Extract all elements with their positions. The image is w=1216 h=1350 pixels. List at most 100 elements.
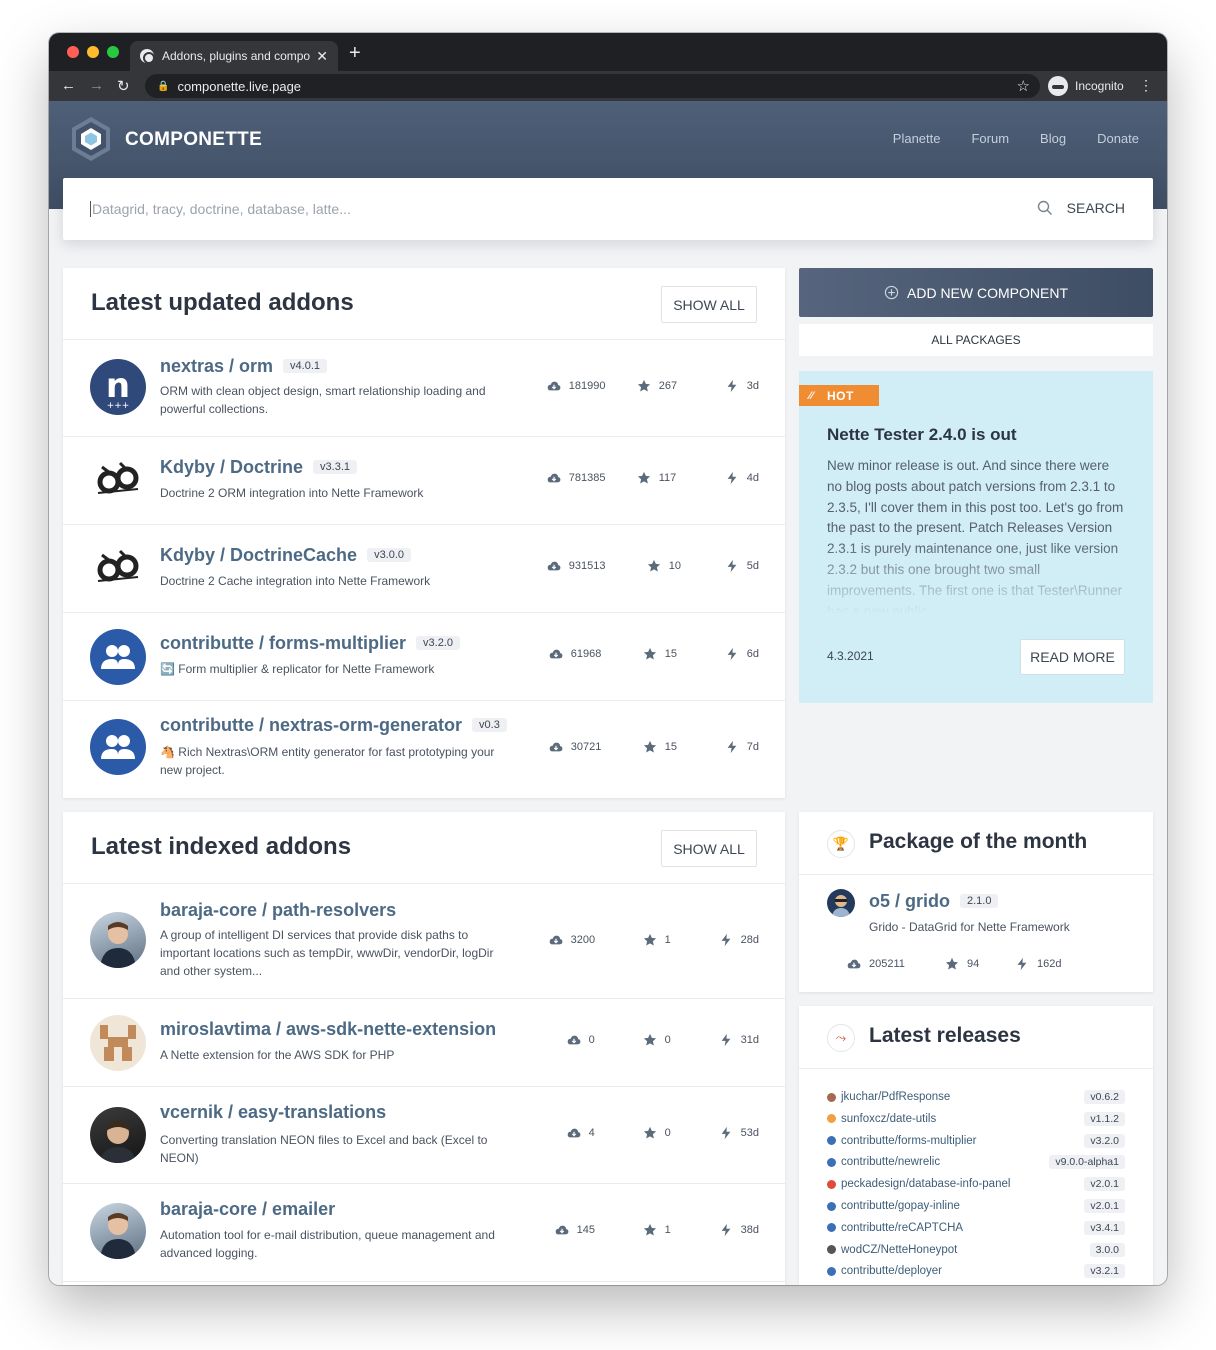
- package-name[interactable]: miroslavtima / aws-sdk-nette-extension: [160, 1019, 496, 1040]
- downloads-stat: 781385: [547, 471, 637, 485]
- search-bar[interactable]: Datagrid, tracy, doctrine, database, lat…: [63, 178, 1153, 240]
- url-field[interactable]: 🔒 componette.live.page ☆: [145, 74, 1040, 98]
- nav-donate[interactable]: Donate: [1097, 131, 1139, 146]
- package-name[interactable]: Kdyby / Doctrine v3.3.1: [160, 457, 357, 478]
- release-item[interactable]: jkuchar/PdfResponse v0.6.2: [827, 1090, 1125, 1104]
- browser-tab[interactable]: Addons, plugins and compone ✕: [130, 41, 338, 71]
- addon-row[interactable]: baraja-core / path-resolvers A group of …: [63, 884, 785, 999]
- version-badge: v4.0.1: [283, 359, 328, 373]
- package-name[interactable]: Kdyby / DoctrineCache v3.0.0: [160, 545, 412, 566]
- release-item[interactable]: contributte/deployer v3.2.1: [827, 1264, 1125, 1279]
- release-package-name[interactable]: peckadesign/database-info-panel: [841, 1178, 1084, 1190]
- version-badge: v0.3: [472, 718, 507, 732]
- release-package-name[interactable]: contributte/reCAPTCHA: [841, 1222, 1084, 1234]
- release-item[interactable]: wodCZ/NetteHoneypot 3.0.0: [827, 1242, 1125, 1257]
- release-item[interactable]: contributte/forms-multiplier v3.2.0: [827, 1133, 1125, 1148]
- package-owner-icon: [827, 1092, 836, 1102]
- package-description: A Nette extension for the AWS SDK for PH…: [160, 1048, 395, 1062]
- release-package-name[interactable]: jkuchar/PdfResponse: [841, 1091, 1084, 1103]
- package-name[interactable]: contributte / nextras-orm-generator v0.3: [160, 715, 507, 736]
- package-name[interactable]: baraja-core / emailer: [160, 1199, 335, 1220]
- news-body: New minor release is out. And since ther…: [827, 458, 1124, 614]
- cloud-download-icon: [847, 957, 861, 971]
- stars-stat: 94: [945, 957, 1015, 971]
- show-all-indexed-button[interactable]: SHOW ALL: [661, 830, 757, 867]
- addon-row[interactable]: miroslavtima / aws-sdk-nette-extension A…: [63, 999, 785, 1087]
- addon-row[interactable]: baraja-core / emailer Automation tool fo…: [63, 1184, 785, 1282]
- forward-icon[interactable]: →: [89, 77, 104, 94]
- star-icon: [637, 471, 651, 485]
- package-stats: 30721 15 7d: [549, 740, 759, 754]
- show-all-updated-button[interactable]: SHOW ALL: [661, 286, 757, 323]
- addon-row[interactable]: vcernik / easy-translations Converting t…: [63, 1087, 785, 1184]
- potm-package-name[interactable]: o5 / grido 2.1.0: [869, 891, 999, 912]
- star-icon: [643, 647, 657, 661]
- release-version-badge: v3.2.1: [1084, 1264, 1125, 1279]
- addon-row[interactable]: contributte / forms-multiplier v3.2.0 🔄 F…: [63, 613, 785, 701]
- release-item[interactable]: sunfoxcz/date-utils v1.1.2: [827, 1111, 1125, 1126]
- package-name[interactable]: baraja-core / path-resolvers: [160, 900, 396, 921]
- incognito-indicator[interactable]: Incognito: [1048, 74, 1124, 98]
- cloud-download-icon: [547, 559, 561, 573]
- url-text: componette.live.page: [177, 78, 302, 94]
- downloads-stat: 145: [555, 1223, 643, 1237]
- release-package-name[interactable]: contributte/forms-multiplier: [841, 1135, 1084, 1147]
- maximize-window-button[interactable]: [107, 46, 119, 58]
- release-package-name[interactable]: sunfoxcz/date-utils: [841, 1113, 1084, 1125]
- age-stat: 5d: [725, 559, 759, 573]
- release-package-name[interactable]: contributte/deployer: [841, 1265, 1084, 1277]
- downloads-stat: 30721: [549, 740, 643, 754]
- back-icon[interactable]: ←: [61, 77, 76, 94]
- package-stats: 0 0 31d: [567, 1033, 759, 1047]
- minimize-window-button[interactable]: [87, 46, 99, 58]
- contributte-avatar: [90, 719, 146, 775]
- release-item[interactable]: contributte/newrelic v9.0.0-alpha1: [827, 1155, 1125, 1170]
- news-card: ⁄⁄ HOT Nette Tester 2.4.0 is out New min…: [799, 371, 1153, 703]
- close-window-button[interactable]: [67, 46, 79, 58]
- cloud-download-icon: [567, 1126, 581, 1140]
- release-version-badge: v3.2.0: [1084, 1133, 1125, 1148]
- nav-planette[interactable]: Planette: [893, 131, 941, 146]
- latest-updated-title: Latest updated addons: [91, 289, 354, 316]
- addon-row[interactable]: Kdyby / Doctrine v3.3.1 Doctrine 2 ORM in…: [63, 437, 785, 525]
- stars-stat: 117: [637, 471, 725, 485]
- package-name[interactable]: contributte / forms-multiplier v3.2.0: [160, 633, 460, 654]
- add-new-component-label: ADD NEW COMPONENT: [907, 284, 1068, 301]
- bookmark-star-icon[interactable]: ☆: [1017, 77, 1030, 95]
- package-name[interactable]: vcernik / easy-translations: [160, 1102, 386, 1123]
- addon-row[interactable]: contributte / nextras-orm-generator v0.3 …: [63, 701, 785, 797]
- release-item[interactable]: contributte/reCAPTCHA v3.4.1: [827, 1220, 1125, 1235]
- incognito-label: Incognito: [1075, 79, 1124, 93]
- star-icon: [647, 559, 661, 573]
- search-button[interactable]: SEARCH: [1037, 200, 1125, 216]
- reload-icon[interactable]: ↻: [117, 77, 130, 95]
- age-stat: 38d: [719, 1223, 759, 1237]
- release-package-name[interactable]: wodCZ/NetteHoneypot: [841, 1244, 1090, 1256]
- star-icon: [643, 1033, 657, 1047]
- close-tab-icon[interactable]: ✕: [316, 48, 328, 65]
- package-name[interactable]: nextras / orm v4.0.1: [160, 356, 328, 377]
- nav-forum[interactable]: Forum: [971, 131, 1009, 146]
- new-tab-button[interactable]: +: [349, 42, 361, 65]
- release-package-name[interactable]: contributte/gopay-inline: [841, 1200, 1084, 1212]
- browser-menu-icon[interactable]: ⋮: [1139, 77, 1153, 94]
- news-title[interactable]: Nette Tester 2.4.0 is out: [827, 425, 1017, 445]
- cloud-download-icon: [555, 1223, 569, 1237]
- release-package-name[interactable]: contributte/newrelic: [841, 1156, 1049, 1168]
- brand-name[interactable]: COMPONETTE: [125, 129, 262, 151]
- read-more-button[interactable]: READ MORE: [1020, 639, 1125, 675]
- addon-row[interactable]: n +++ nextras / orm v4.0.1 ORM with clean …: [63, 340, 785, 437]
- plus-circle-icon: [884, 285, 899, 300]
- release-item[interactable]: peckadesign/database-info-panel v2.0.1: [827, 1177, 1125, 1192]
- bolt-icon: [719, 933, 733, 947]
- downloads-stat: 3200: [549, 933, 643, 947]
- all-packages-button[interactable]: ALL PACKAGES: [799, 324, 1153, 356]
- nav-blog[interactable]: Blog: [1040, 131, 1066, 146]
- downloads-stat: 931513: [547, 559, 647, 573]
- addon-row[interactable]: Kdyby / DoctrineCache v3.0.0 Doctrine 2 C…: [63, 525, 785, 613]
- add-new-component-button[interactable]: ADD NEW COMPONENT: [799, 268, 1153, 317]
- age-stat: 6d: [725, 647, 759, 661]
- search-input[interactable]: Datagrid, tracy, doctrine, database, lat…: [90, 201, 351, 217]
- componette-logo-icon[interactable]: [67, 115, 115, 163]
- release-item[interactable]: contributte/gopay-inline v2.0.1: [827, 1199, 1125, 1213]
